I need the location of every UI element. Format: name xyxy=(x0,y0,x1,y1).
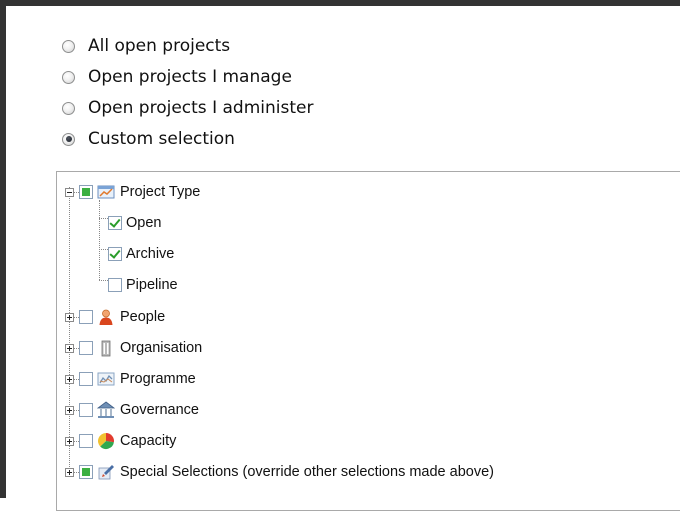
node-checkbox[interactable] xyxy=(79,310,93,324)
radio-label: Custom selection xyxy=(88,129,235,149)
node-checkbox[interactable] xyxy=(79,434,93,448)
node-checkbox-partial[interactable] xyxy=(79,185,93,199)
expand-toggle[interactable] xyxy=(65,312,74,322)
organisation-icon xyxy=(101,340,111,357)
node-checkbox[interactable] xyxy=(79,341,93,355)
tree-node-pipeline: Pipeline xyxy=(108,274,178,296)
tree-connector xyxy=(99,218,108,219)
node-label: Capacity xyxy=(120,433,177,449)
node-label: Programme xyxy=(120,371,196,387)
governance-icon xyxy=(97,401,115,418)
expand-toggle[interactable] xyxy=(65,467,74,477)
node-label: People xyxy=(120,309,166,325)
node-label: Pipeline xyxy=(126,277,178,293)
node-checkbox-checked[interactable] xyxy=(108,216,122,230)
node-checkbox[interactable] xyxy=(79,372,93,386)
tree-node-people: People xyxy=(65,306,165,328)
tree-node-special-selections: Special Selections (override other selec… xyxy=(65,461,494,483)
radio-custom-selection[interactable]: Custom selection xyxy=(62,127,235,151)
people-icon xyxy=(99,309,113,325)
node-label: Archive xyxy=(126,246,175,262)
radio-label: Open projects I administer xyxy=(88,98,314,118)
radio-button[interactable] xyxy=(62,39,75,53)
radio-button[interactable] xyxy=(62,101,75,115)
node-label: Governance xyxy=(120,402,199,418)
special-selections-icon xyxy=(98,465,114,480)
radio-open-projects-i-manage[interactable]: Open projects I manage xyxy=(62,65,292,89)
tree-node-open: Open xyxy=(108,212,161,234)
project-type-icon xyxy=(97,185,115,199)
tree-node-organisation: Organisation xyxy=(65,337,202,359)
tree-connector xyxy=(99,280,108,281)
tree-node-governance: Governance xyxy=(65,399,199,421)
node-label: Open xyxy=(126,215,162,231)
radio-all-open-projects[interactable]: All open projects xyxy=(62,34,230,58)
tree-node-project-type: Project Type xyxy=(65,181,200,203)
tree-node-programme: Programme xyxy=(65,368,196,390)
tree-node-capacity: Capacity xyxy=(65,430,176,452)
radio-button-selected[interactable] xyxy=(62,132,75,146)
radio-label: All open projects xyxy=(88,36,231,56)
expand-toggle[interactable] xyxy=(65,405,74,415)
custom-selection-tree[interactable]: Project Type Open Archive Pipeline Peopl… xyxy=(56,171,680,511)
programme-icon xyxy=(97,372,115,386)
capacity-icon xyxy=(98,433,115,449)
radio-button[interactable] xyxy=(62,70,75,84)
node-label: Special Selections (override other selec… xyxy=(120,464,494,480)
collapse-toggle[interactable] xyxy=(65,187,74,197)
tree-node-archive: Archive xyxy=(108,243,174,265)
expand-toggle[interactable] xyxy=(65,436,74,446)
selection-dialog: All open projects Open projects I manage… xyxy=(0,0,680,511)
expand-toggle[interactable] xyxy=(65,374,74,384)
node-checkbox[interactable] xyxy=(108,278,122,292)
radio-open-projects-i-administer[interactable]: Open projects I administer xyxy=(62,96,313,120)
node-checkbox-checked[interactable] xyxy=(108,247,122,261)
node-checkbox-partial[interactable] xyxy=(79,465,93,479)
tree-connector xyxy=(99,249,108,250)
node-label: Organisation xyxy=(120,340,203,356)
radio-label: Open projects I manage xyxy=(88,67,292,87)
expand-toggle[interactable] xyxy=(65,343,74,353)
node-label: Project Type xyxy=(120,184,201,200)
node-checkbox[interactable] xyxy=(79,403,93,417)
tree-connector xyxy=(99,200,100,280)
